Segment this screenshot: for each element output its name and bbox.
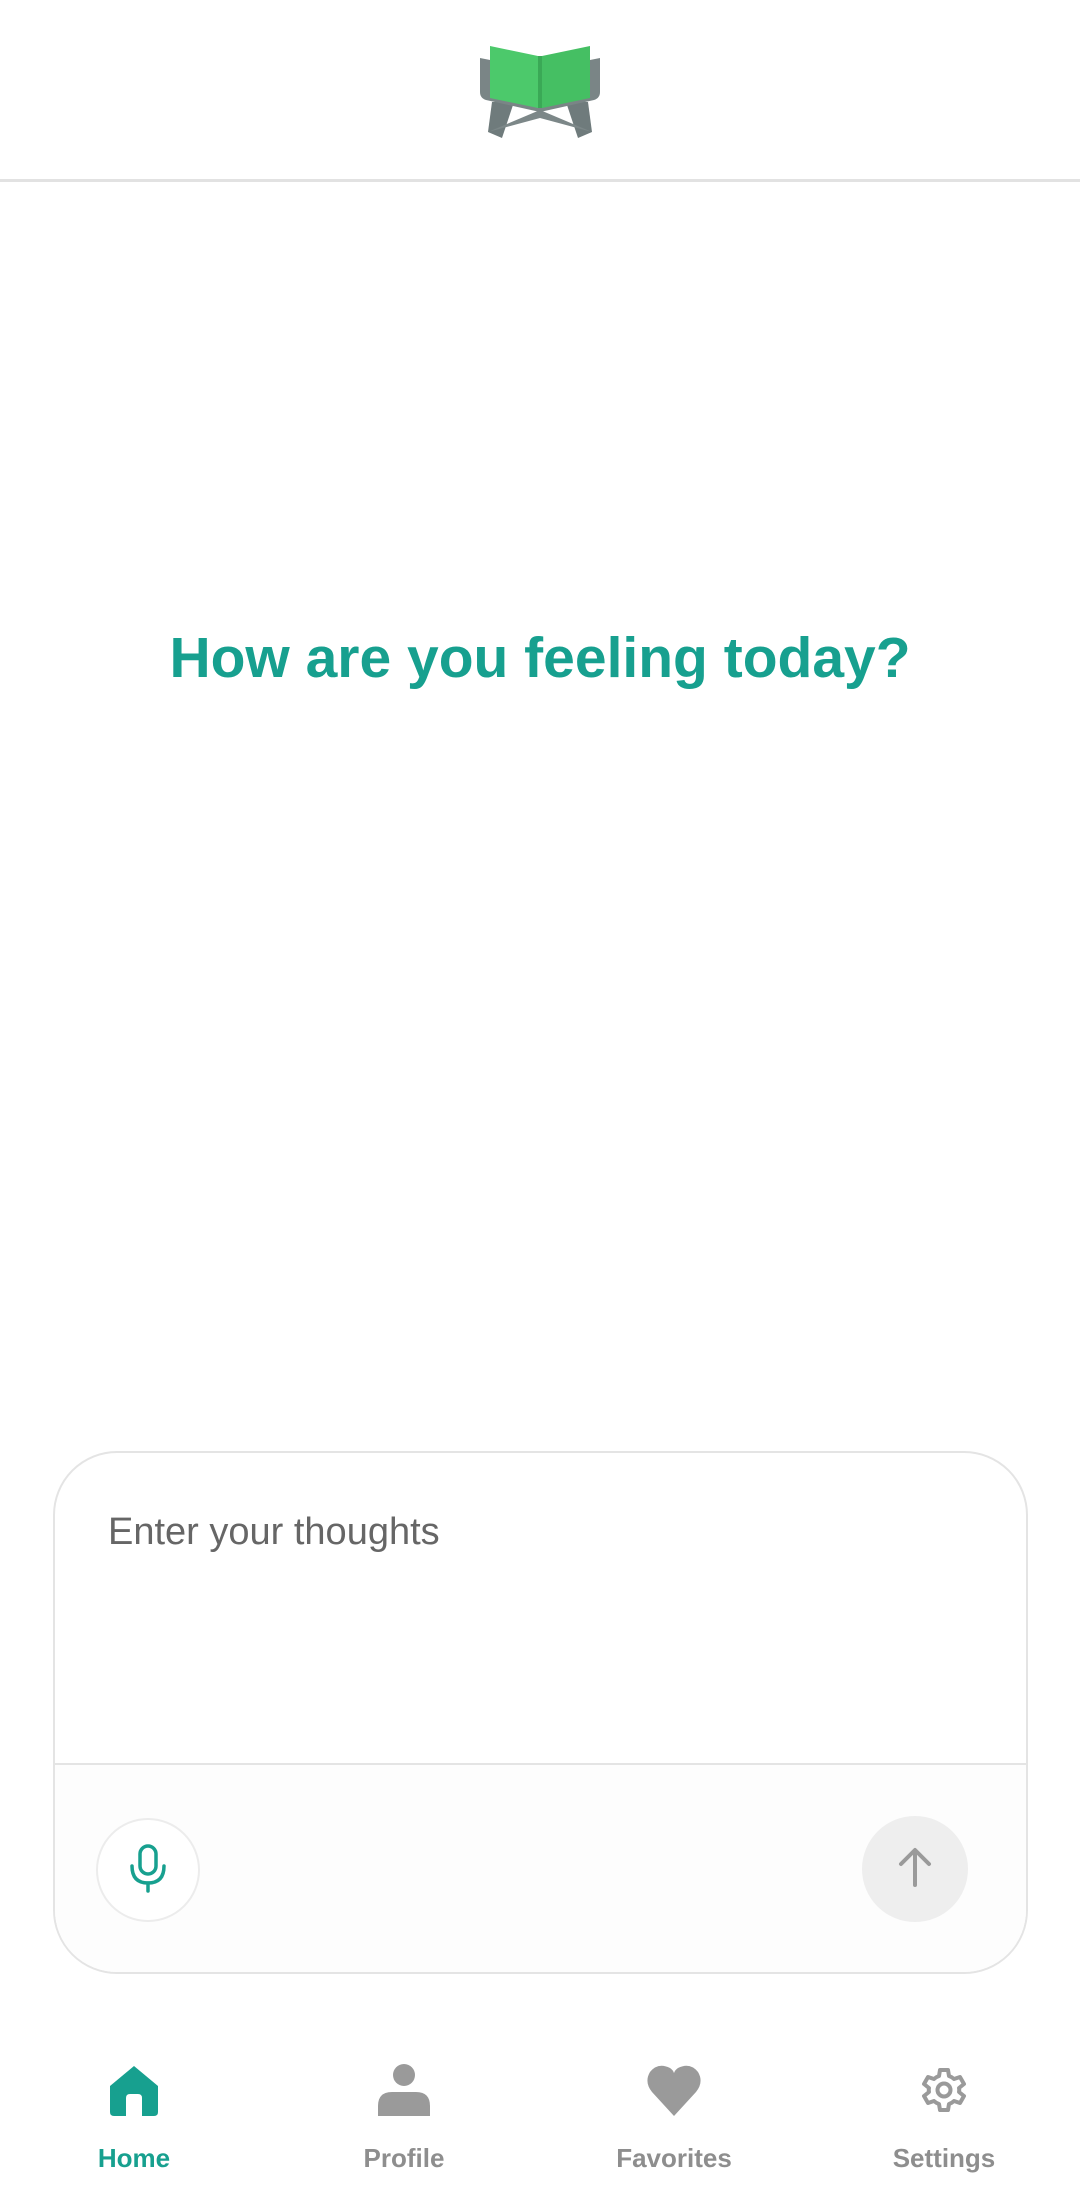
thoughts-input[interactable] (55, 1453, 1026, 1763)
nav-label-profile: Profile (363, 2143, 445, 2173)
arrow-up-icon (895, 1845, 935, 1894)
nav-item-settings[interactable]: Settings (844, 2040, 1044, 2186)
heart-icon (642, 2058, 706, 2122)
home-icon (102, 2058, 166, 2122)
nav-label-settings: Settings (892, 2143, 996, 2173)
person-icon (372, 2058, 436, 2122)
microphone-icon (126, 1843, 170, 1898)
nav-item-home[interactable]: Home (34, 2040, 234, 2186)
nav-item-favorites[interactable]: Favorites (574, 2040, 774, 2186)
nav-label-home: Home (97, 2143, 171, 2173)
main-content (0, 182, 1080, 1452)
page-title: How are you feeling today? (169, 626, 911, 690)
open-book-on-stand-icon (478, 40, 602, 140)
bottom-navigation: Home Profile Favorites Settings (0, 2040, 1080, 2186)
app-header (0, 0, 1080, 182)
composer-toolbar (55, 1765, 1026, 1972)
composer-card (53, 1451, 1028, 1974)
send-button[interactable] (862, 1816, 968, 1922)
voice-input-button[interactable] (96, 1818, 200, 1922)
nav-item-profile[interactable]: Profile (304, 2040, 504, 2186)
gear-icon (912, 2058, 976, 2122)
nav-label-favorites: Favorites (616, 2143, 732, 2173)
